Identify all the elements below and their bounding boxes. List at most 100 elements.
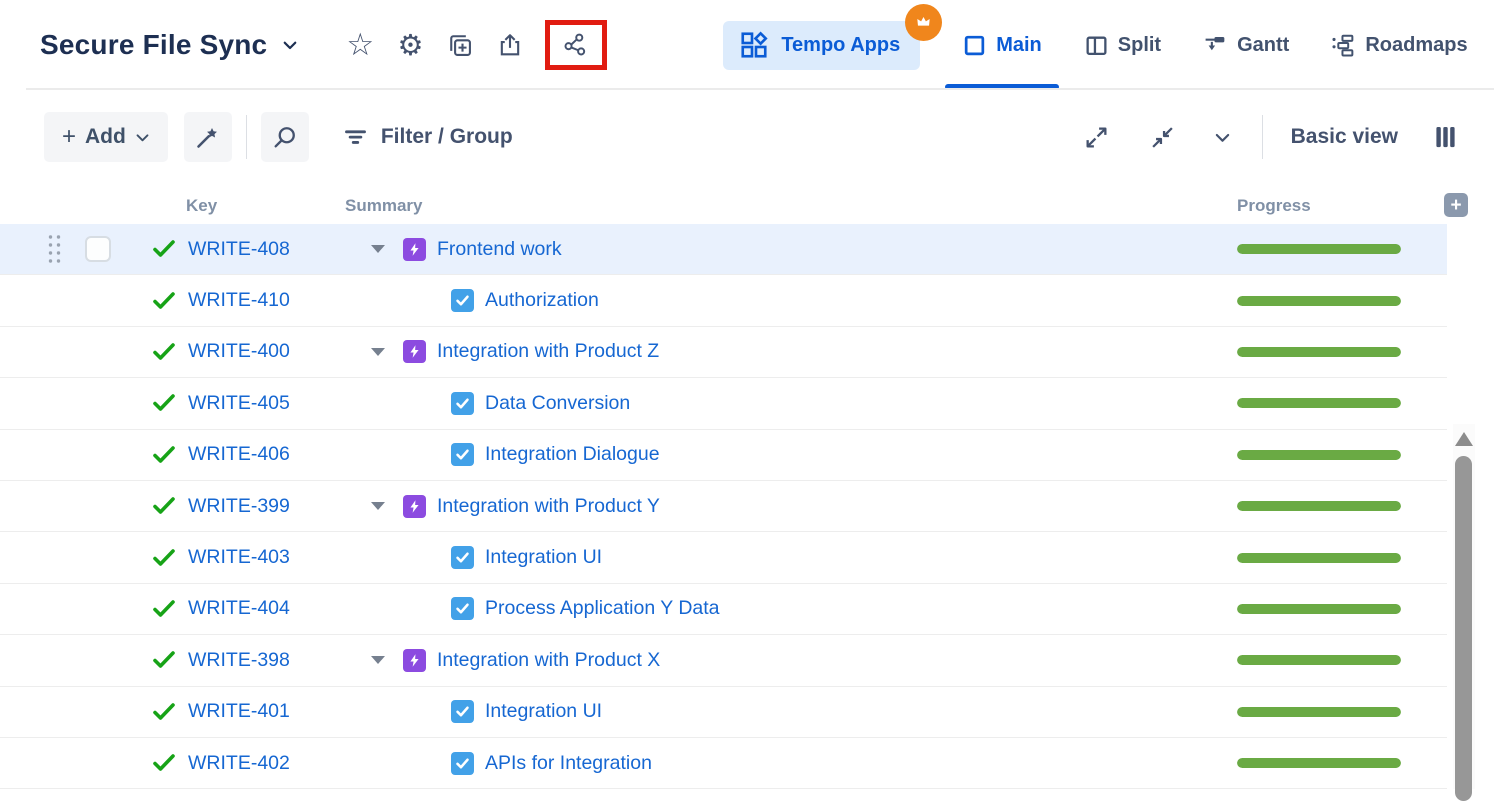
magic-wand-icon <box>194 124 221 151</box>
table-row[interactable]: WRITE-400 Integration with Product Z <box>0 327 1447 378</box>
issue-key-link[interactable]: WRITE-403 <box>188 546 290 569</box>
expand-toggle[interactable] <box>365 656 391 664</box>
issue-summary-link[interactable]: Integration Dialogue <box>485 443 660 466</box>
task-check-icon <box>455 756 470 771</box>
issue-key-link[interactable]: WRITE-402 <box>188 752 290 775</box>
columns-button[interactable] <box>1428 119 1462 155</box>
table-row[interactable]: WRITE-401 Integration UI <box>0 687 1447 738</box>
more-levels-dropdown[interactable] <box>1206 119 1240 155</box>
table-row[interactable]: WRITE-402 APIs for Integration <box>0 738 1447 789</box>
progress-bar <box>1237 655 1401 665</box>
tempo-apps-button[interactable]: Tempo Apps <box>723 21 920 70</box>
issue-key-link[interactable]: WRITE-398 <box>188 649 290 672</box>
tab-split[interactable]: Split <box>1084 0 1161 90</box>
table-row[interactable]: WRITE-405 Data Conversion <box>0 378 1447 429</box>
progress-bar <box>1237 398 1401 408</box>
export-button[interactable] <box>493 27 527 63</box>
issue-summary-link[interactable]: Integration UI <box>485 546 602 569</box>
table-row[interactable]: WRITE-403 Integration UI <box>0 532 1447 583</box>
expand-toggle[interactable] <box>365 502 391 510</box>
table-row[interactable]: WRITE-410 Authorization <box>0 275 1447 326</box>
table-row[interactable]: WRITE-399 Integration with Product Y <box>0 481 1447 532</box>
row-gutter <box>0 275 152 325</box>
summary-column-header[interactable]: Summary <box>345 196 1237 216</box>
view-selector[interactable]: Basic view <box>1291 125 1398 149</box>
filter-group-button[interactable]: Filter / Group <box>343 125 513 150</box>
expand-toggle[interactable] <box>365 348 391 356</box>
issue-summary-link[interactable]: Integration with Product Y <box>437 495 660 518</box>
summary-cell: Integration with Product X <box>345 649 1237 672</box>
key-cell: WRITE-408 <box>152 237 345 261</box>
issue-key-link[interactable]: WRITE-401 <box>188 700 290 723</box>
epic-icon <box>403 238 426 261</box>
add-button-label: Add <box>85 125 126 149</box>
issue-summary-link[interactable]: Authorization <box>485 289 599 312</box>
expand-all-button[interactable] <box>1080 119 1114 155</box>
progress-bar <box>1237 553 1401 563</box>
table-row[interactable]: WRITE-404 Process Application Y Data <box>0 584 1447 635</box>
epic-bolt-icon <box>407 499 422 514</box>
drag-handle[interactable] <box>46 233 63 265</box>
vertical-scrollbar[interactable] <box>1453 424 1475 789</box>
progress-cell <box>1237 707 1447 717</box>
status-done-icon <box>152 546 176 570</box>
key-cell: WRITE-403 <box>152 546 345 570</box>
task-icon <box>451 597 474 620</box>
structure-title-menu[interactable]: Secure File Sync <box>40 29 299 61</box>
row-gutter <box>0 738 152 788</box>
issue-key-link[interactable]: WRITE-406 <box>188 443 290 466</box>
issue-key-link[interactable]: WRITE-400 <box>188 340 290 363</box>
key-cell: WRITE-400 <box>152 340 345 364</box>
issue-summary-link[interactable]: Integration with Product Z <box>437 340 659 363</box>
issue-key-link[interactable]: WRITE-404 <box>188 597 290 620</box>
progress-bar <box>1237 758 1401 768</box>
automation-wand-button[interactable] <box>184 112 232 162</box>
progress-column-header[interactable]: Progress <box>1237 196 1447 216</box>
add-column-button[interactable]: + <box>1444 193 1468 217</box>
tab-main[interactable]: Main <box>962 0 1042 90</box>
progress-bar-fill <box>1237 450 1401 460</box>
view-tabs: Main Split Gantt <box>962 0 1467 90</box>
scroll-up-arrow[interactable] <box>1455 432 1473 446</box>
search-button[interactable] <box>261 112 309 162</box>
top-header: Secure File Sync ☆ ⚙ <box>0 0 1506 90</box>
summary-cell: Integration with Product Y <box>345 495 1237 518</box>
favorite-star-button[interactable]: ☆ <box>343 27 377 63</box>
status-done-icon <box>152 443 176 467</box>
scrollbar-thumb[interactable] <box>1455 456 1472 801</box>
issue-key-link[interactable]: WRITE-410 <box>188 289 290 312</box>
issue-summary-link[interactable]: Data Conversion <box>485 392 630 415</box>
expand-toggle[interactable] <box>365 245 391 253</box>
add-button[interactable]: + Add <box>44 112 168 162</box>
issue-summary-link[interactable]: Integration with Product X <box>437 649 660 672</box>
summary-cell: Integration Dialogue <box>345 443 1237 466</box>
issue-summary-link[interactable]: Frontend work <box>437 238 562 261</box>
settings-button[interactable]: ⚙ <box>393 27 427 63</box>
tab-roadmaps[interactable]: Roadmaps <box>1331 0 1467 90</box>
table-row[interactable]: WRITE-408 Frontend work <box>0 224 1447 275</box>
issue-summary-link[interactable]: APIs for Integration <box>485 752 652 775</box>
copy-structure-button[interactable] <box>443 27 477 63</box>
issue-key-link[interactable]: WRITE-399 <box>188 495 290 518</box>
chevron-down-icon <box>281 36 299 54</box>
key-cell: WRITE-405 <box>152 391 345 415</box>
issue-grid: Key Summary Progress + <box>0 188 1506 789</box>
issue-summary-link[interactable]: Integration UI <box>485 700 602 723</box>
key-column-header[interactable]: Key <box>152 196 345 216</box>
issue-key-link[interactable]: WRITE-405 <box>188 392 290 415</box>
share-button[interactable] <box>559 27 593 63</box>
collapse-all-button[interactable] <box>1146 119 1180 155</box>
issue-summary-link[interactable]: Process Application Y Data <box>485 597 720 620</box>
status-done-icon <box>152 289 176 313</box>
row-gutter <box>0 327 152 377</box>
epic-bolt-icon <box>407 242 422 257</box>
issue-key-link[interactable]: WRITE-408 <box>188 238 290 261</box>
progress-cell <box>1237 604 1447 614</box>
tab-gantt[interactable]: Gantt <box>1203 0 1289 90</box>
progress-bar-fill <box>1237 604 1401 614</box>
table-row[interactable]: WRITE-398 Integration with Product X <box>0 635 1447 686</box>
table-row[interactable]: WRITE-406 Integration Dialogue <box>0 430 1447 481</box>
expand-all-icon <box>1084 125 1109 150</box>
row-checkbox[interactable] <box>85 236 111 262</box>
summary-cell: Frontend work <box>345 238 1237 261</box>
